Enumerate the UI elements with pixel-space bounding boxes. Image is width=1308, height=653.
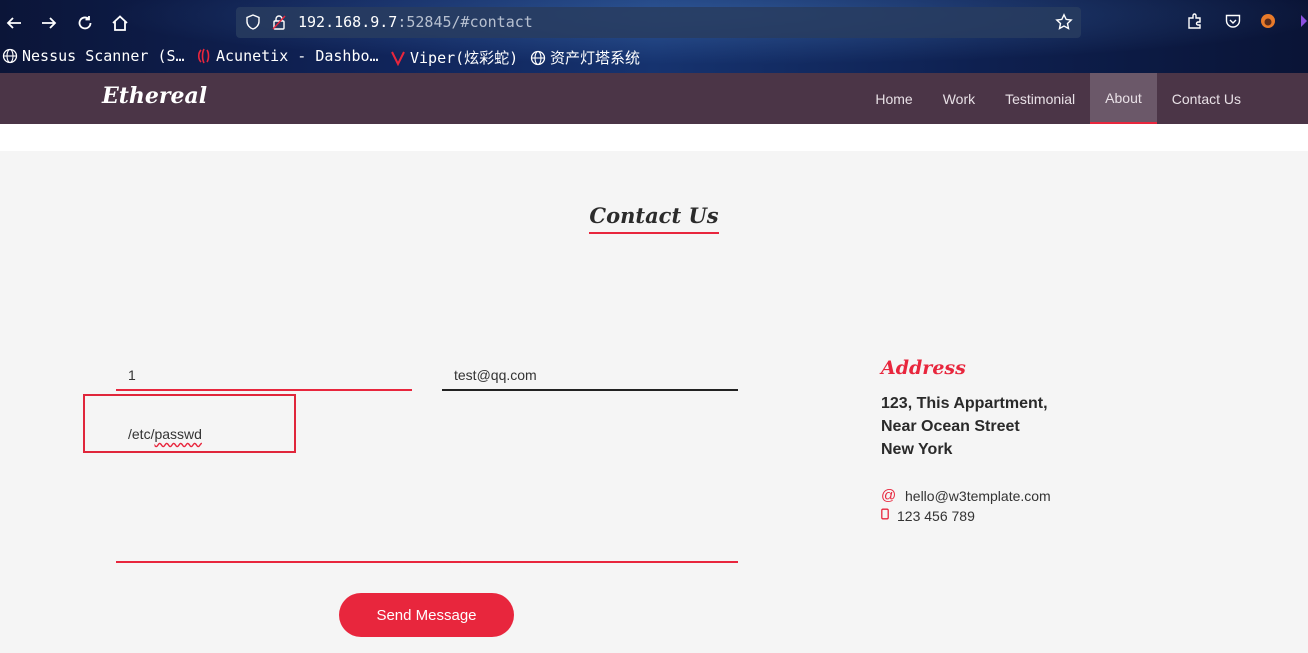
site-navbar: Ethereal Home Work Testimonial About Con… (0, 73, 1308, 124)
browser-chrome: 192.168.9.7:52845/#contact Nessus Scanne… (0, 0, 1308, 73)
url-host: 192.168.9.7 (298, 13, 398, 31)
phone-contact-row: 123 456 789 (881, 507, 975, 524)
email-input-value: test@qq.com (454, 367, 537, 383)
url-path: :52845/#contact (397, 13, 533, 31)
bookmark-label: Nessus Scanner (S… (22, 47, 185, 65)
bookmark-star-icon[interactable] (1055, 13, 1073, 31)
contact-email[interactable]: hello@w3template.com (905, 488, 1051, 504)
back-icon[interactable] (2, 11, 26, 35)
reload-icon[interactable] (73, 11, 97, 35)
email-contact-row: @ hello@w3template.com (881, 487, 1051, 504)
send-message-button[interactable]: Send Message (339, 593, 514, 637)
nav-home[interactable]: Home (860, 73, 927, 124)
nav-work[interactable]: Work (928, 73, 990, 124)
address-bar[interactable]: 192.168.9.7:52845/#contact (236, 7, 1081, 38)
nav-about[interactable]: About (1090, 73, 1157, 124)
address-line-1: 123, This Appartment, (881, 395, 1048, 412)
section-divider (0, 124, 1308, 151)
forward-icon[interactable] (37, 11, 61, 35)
bookmark-label: 资产灯塔系统 (550, 49, 641, 67)
overflow-extension-icon[interactable] (1294, 14, 1308, 28)
section-heading: Contact Us (589, 203, 719, 234)
nav-links: Home Work Testimonial About Contact Us (860, 73, 1256, 124)
contact-phone: 123 456 789 (897, 507, 975, 524)
email-input[interactable]: test@qq.com (442, 362, 738, 391)
name-input[interactable]: 1 (116, 362, 412, 391)
home-icon[interactable] (108, 11, 132, 35)
lock-icon[interactable] (272, 14, 286, 30)
extensions-icon[interactable] (1186, 12, 1204, 30)
address-heading: Address (881, 357, 966, 379)
fox-extension-icon[interactable] (1259, 12, 1277, 30)
pocket-icon[interactable] (1224, 12, 1242, 30)
bookmark-acunetix[interactable]: Acunetix - Dashbo… (196, 47, 379, 65)
acunetix-icon (197, 48, 210, 64)
bookmark-viper[interactable]: Viper(炫彩蛇) (390, 47, 518, 68)
shield-icon[interactable] (245, 14, 261, 30)
bookmarks-bar: Nessus Scanner (S… Acunetix - Dashbo… Vi… (0, 44, 1308, 70)
bookmark-nessus[interactable]: Nessus Scanner (S… (2, 47, 185, 65)
name-input-value: 1 (128, 367, 136, 383)
globe-icon (2, 48, 18, 64)
url-text[interactable]: 192.168.9.7:52845/#contact (298, 13, 533, 31)
brand-logo[interactable]: Ethereal (102, 83, 207, 109)
address-line-2: Near Ocean Street (881, 418, 1020, 435)
contact-section-title: Contact Us (0, 203, 1308, 234)
at-icon: @ (881, 487, 897, 504)
nav-testimonial[interactable]: Testimonial (990, 73, 1090, 124)
globe-icon (530, 50, 546, 65)
viper-icon (391, 51, 405, 66)
bookmark-asset-lighthouse[interactable]: 资产灯塔系统 (530, 47, 640, 68)
bookmark-label: Acunetix - Dashbo… (216, 47, 379, 65)
nav-contact-us[interactable]: Contact Us (1157, 73, 1256, 124)
bookmark-label: Viper(炫彩蛇) (410, 49, 519, 67)
highlight-annotation-box (83, 394, 296, 453)
address-line-3: New York (881, 441, 953, 458)
